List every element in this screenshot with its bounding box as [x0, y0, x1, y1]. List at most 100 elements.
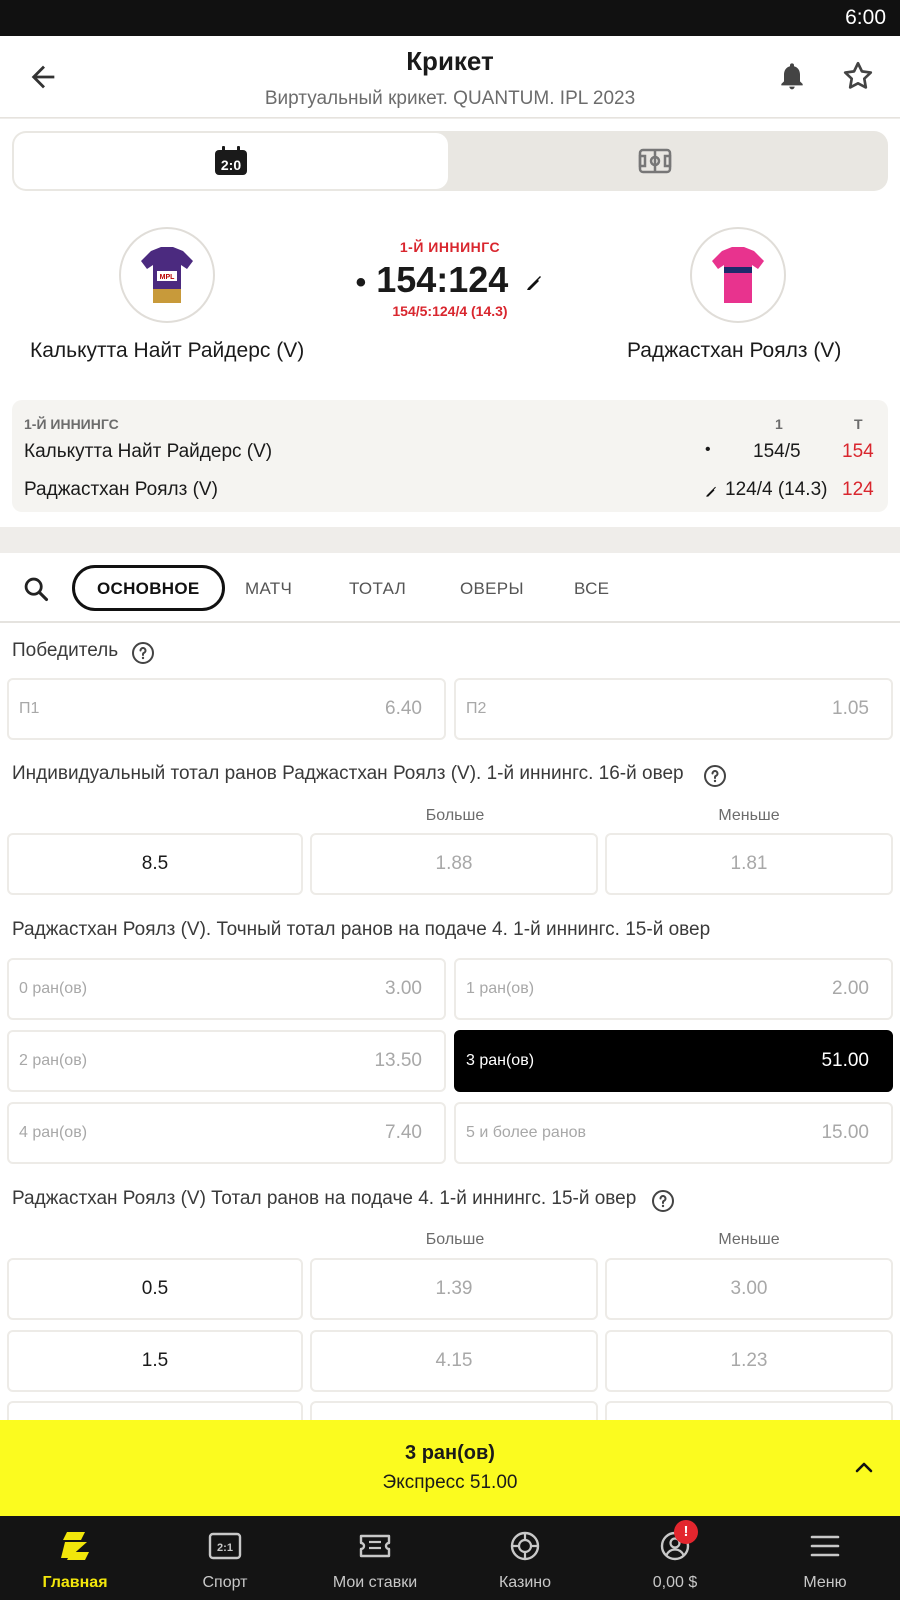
scoreboard-total-2: 124 — [842, 479, 874, 500]
markets-panel: ОСНОВНОЕ МАТЧ ТОТАЛ ОВЕРЫ ВСЕ Победитель… — [0, 553, 900, 1463]
help-icon[interactable] — [131, 641, 155, 665]
outcome-odd: 1.81 — [730, 853, 768, 874]
outcome-label: 3 ран(ов) — [466, 1052, 535, 1069]
outcome-label: 0 ран(ов) — [19, 980, 88, 997]
outcome-odd: 2.00 — [832, 978, 869, 999]
col-header-over: Больше — [425, 807, 485, 824]
ticket-icon — [359, 1534, 391, 1558]
field-icon — [638, 148, 672, 174]
view-switcher: 2:0 — [12, 131, 888, 191]
outcome-label: 1 ран(ов) — [466, 980, 535, 997]
col-header-over: Больше — [425, 1231, 485, 1248]
col-header-under: Меньше — [718, 807, 780, 824]
nav-my-bets[interactable]: Мои ставки — [300, 1516, 450, 1600]
odd-button[interactable]: 1.39 — [310, 1258, 598, 1320]
page-subtitle: Виртуальный крикет. QUANTUM. IPL 2023 — [264, 88, 636, 109]
odd-button[interactable]: 4 ран(ов) 7.40 — [7, 1102, 446, 1164]
nav-menu[interactable]: Меню — [750, 1516, 900, 1600]
odd-button[interactable]: П1 6.40 — [7, 678, 446, 740]
nav-label: Главная — [42, 1574, 108, 1591]
serving-dot: • — [355, 266, 367, 299]
help-icon[interactable] — [651, 1189, 675, 1213]
notification-badge: ! — [674, 1520, 698, 1544]
status-time: 6:00 — [845, 6, 886, 29]
market-tabs: ОСНОВНОЕ МАТЧ ТОТАЛ ОВЕРЫ ВСЕ — [0, 553, 900, 623]
outcome-odd: 13.50 — [374, 1050, 422, 1071]
tab-all[interactable]: ВСЕ — [574, 579, 609, 599]
search-icon[interactable] — [22, 575, 50, 603]
outcome-label: П2 — [466, 700, 487, 717]
outcome-odd: 7.40 — [385, 1122, 422, 1143]
tab-main[interactable]: ОСНОВНОЕ — [72, 565, 225, 611]
bat-icon — [527, 276, 542, 290]
nav-casino[interactable]: Казино — [450, 1516, 600, 1600]
market-title-individual-total: Индивидуальный тотал ранов Раджастхан Ро… — [12, 763, 684, 784]
outcome-odd: 1.39 — [435, 1278, 473, 1299]
away-team-logo — [690, 227, 786, 323]
tab-field[interactable] — [452, 133, 886, 189]
outcome-odd: 6.40 — [385, 698, 422, 719]
outcome-label: 5 и более ранов — [466, 1124, 587, 1141]
outcome-label: 4 ран(ов) — [19, 1124, 88, 1141]
nav-label: Меню — [803, 1574, 847, 1591]
svg-text:2:1: 2:1 — [217, 1542, 233, 1554]
tab-scoreboard[interactable]: 2:0 — [14, 133, 448, 189]
jersey-icon — [712, 247, 764, 303]
nav-label: Мои ставки — [332, 1574, 418, 1591]
page-title: Крикет — [406, 46, 494, 76]
odd-button[interactable]: 5 и более ранов 15.00 — [454, 1102, 893, 1164]
outcome-odd: 1.88 — [435, 853, 473, 874]
bet-slip-bar[interactable]: 3 ран(ов) Экспресс 51.00 — [0, 1420, 900, 1516]
odd-button[interactable]: 2 ран(ов) 13.50 — [7, 1030, 446, 1092]
home-team-name: Калькутта Найт Райдерс (V) — [30, 339, 305, 362]
total-line: 8.5 — [141, 853, 169, 874]
nav-label: Казино — [498, 1574, 552, 1591]
nav-label: Спорт — [202, 1574, 248, 1591]
score-value: 154:124 — [376, 259, 509, 300]
market-title-winner: Победитель — [12, 640, 119, 661]
innings-scoreboard: 1-Й ИННИНГС 1 Т Калькутта Найт Райдерс (… — [12, 400, 888, 512]
away-team-name: Раджастхан Роялз (V) — [627, 339, 842, 362]
line-cell: 0.5 — [7, 1258, 303, 1320]
tab-match[interactable]: МАТЧ — [245, 579, 292, 599]
home-logo-icon — [61, 1532, 89, 1560]
bet-slip-summary: Экспресс 51.00 — [382, 1472, 518, 1493]
odd-button[interactable]: 0 ран(ов) 3.00 — [7, 958, 446, 1020]
bet-slip-selection: 3 ран(ов) — [405, 1442, 495, 1464]
star-icon[interactable] — [840, 58, 876, 94]
nav-home[interactable]: Главная — [0, 1516, 150, 1600]
odd-button[interactable]: 1.81 — [605, 833, 893, 895]
help-icon[interactable] — [703, 764, 727, 788]
odd-button[interactable]: 1 ран(ов) 2.00 — [454, 958, 893, 1020]
total-line: 0.5 — [141, 1278, 169, 1299]
nav-label: 0,00 $ — [652, 1574, 698, 1591]
line-cell: 8.5 — [7, 833, 303, 895]
outcome-label: П1 — [19, 700, 40, 717]
scoreboard-score-2: 124/4 (14.3) — [725, 479, 828, 500]
outcome-label: 2 ран(ов) — [19, 1052, 88, 1069]
scoreboard-icon: 2:0 — [215, 146, 247, 175]
status-bar: 6:00 — [0, 0, 900, 36]
odd-button[interactable]: 4.15 — [310, 1330, 598, 1392]
outcome-odd: 1.05 — [832, 698, 869, 719]
scoreboard-col-1: 1 — [775, 416, 783, 432]
odd-button-selected[interactable]: 3 ран(ов) 51.00 — [454, 1030, 893, 1092]
total-line: 1.5 — [141, 1350, 169, 1371]
tab-overs[interactable]: ОВЕРЫ — [460, 579, 524, 599]
scorecard: 2:0 MPL Калькутта Найт Райдерс (V) 1-Й И… — [0, 119, 900, 527]
outcome-odd: 3.00 — [730, 1278, 768, 1299]
serving-dot: • — [705, 441, 711, 458]
odd-button[interactable]: 3.00 — [605, 1258, 893, 1320]
svg-text:2:0: 2:0 — [221, 157, 241, 173]
col-header-under: Меньше — [718, 1231, 780, 1248]
odd-button[interactable]: П2 1.05 — [454, 678, 893, 740]
bell-icon[interactable] — [776, 58, 808, 94]
odd-button[interactable]: 1.88 — [310, 833, 598, 895]
bottom-nav: Главная 2:1 Спорт Мои ставки Казино 0,00… — [0, 1516, 900, 1600]
tab-total[interactable]: ТОТАЛ — [349, 579, 406, 599]
outcome-odd: 4.15 — [435, 1350, 473, 1371]
nav-sport[interactable]: 2:1 Спорт — [150, 1516, 300, 1600]
sport-icon: 2:1 — [208, 1532, 242, 1560]
odd-button[interactable]: 1.23 — [605, 1330, 893, 1392]
chevron-up-icon[interactable] — [852, 1456, 876, 1480]
